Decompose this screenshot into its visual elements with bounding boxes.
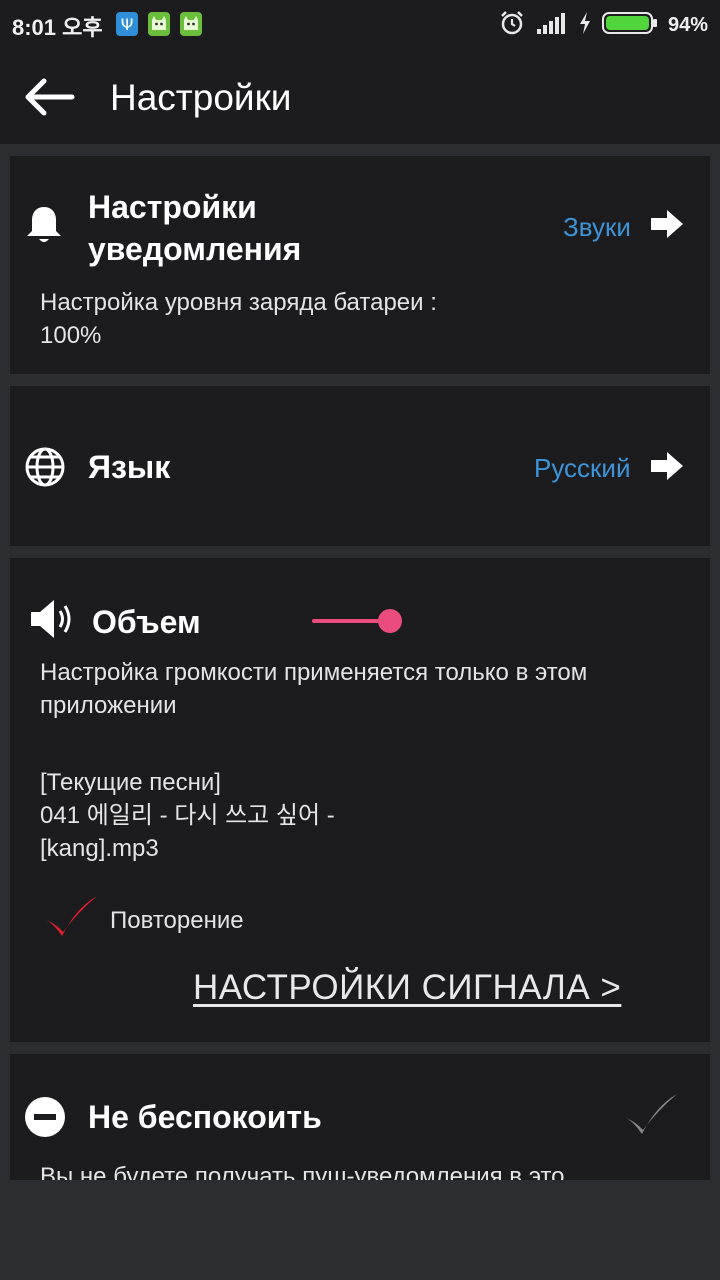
repeat-checkbox[interactable] <box>42 894 100 947</box>
svg-text:Ψ: Ψ <box>121 15 134 34</box>
checkmark-icon <box>626 1094 677 1134</box>
psi-app-icon: Ψ <box>116 12 138 36</box>
minus-circle-icon <box>24 1096 66 1143</box>
battery-percent: 94% <box>667 13 708 36</box>
bell-icon <box>24 204 64 251</box>
notification-settings-title: Настройки уведомления <box>88 189 302 267</box>
arrow-right-icon[interactable] <box>650 208 684 240</box>
bottom-area <box>0 1180 720 1280</box>
notification-settings-card[interactable]: Настройки уведомления Звуки Настройка ур… <box>10 156 710 374</box>
app-bar: Настройки <box>0 50 720 144</box>
current-song-label: [Текущие песни] <box>40 769 221 796</box>
cat-app-icon <box>180 12 202 36</box>
do-not-disturb-card[interactable]: Не беспокоить Вы не будете получать пуш-… <box>10 1054 710 1180</box>
globe-icon <box>24 446 66 493</box>
do-not-disturb-description: Вы не будете получать пуш-уведомления в … <box>40 1163 565 1180</box>
volume-title: Объем <box>92 604 201 640</box>
volume-slider-thumb[interactable] <box>378 609 402 633</box>
back-button[interactable] <box>20 74 76 120</box>
speaker-icon <box>28 596 78 647</box>
volume-card: Объем Настройка громкости применяется то… <box>10 558 710 1042</box>
alarm-icon <box>498 9 526 42</box>
battery-level-setting-text: Настройка уровня заряда батареи : 100% <box>40 289 437 349</box>
sounds-link[interactable]: Звуки <box>563 212 631 243</box>
status-time: 8:01 오후 <box>12 15 103 40</box>
signal-icon <box>536 11 568 40</box>
charging-icon <box>578 11 592 40</box>
volume-description: Настройка громкости применяется только в… <box>40 659 588 719</box>
battery-icon <box>601 10 658 41</box>
do-not-disturb-checkbox[interactable] <box>622 1092 680 1145</box>
language-value[interactable]: Русский <box>534 453 630 484</box>
language-card[interactable]: Язык Русский <box>10 386 710 546</box>
checkmark-icon <box>46 896 97 936</box>
current-song-name: 041 에일리 - 다시 쓰고 싶어 - [kang].mp3 <box>40 802 335 862</box>
arrow-left-icon <box>25 78 75 116</box>
repeat-label: Повторение <box>110 907 244 934</box>
page-title: Настройки <box>110 77 292 118</box>
signal-settings-link[interactable]: НАСТРОЙКИ СИГНАЛА > <box>193 968 621 1008</box>
language-title: Язык <box>88 449 171 485</box>
do-not-disturb-title: Не беспокоить <box>88 1099 322 1135</box>
arrow-right-icon[interactable] <box>650 450 684 482</box>
cat-app-icon <box>148 12 170 36</box>
volume-slider[interactable] <box>312 606 702 636</box>
status-bar: 8:01 오후 Ψ 94% <box>0 0 720 50</box>
